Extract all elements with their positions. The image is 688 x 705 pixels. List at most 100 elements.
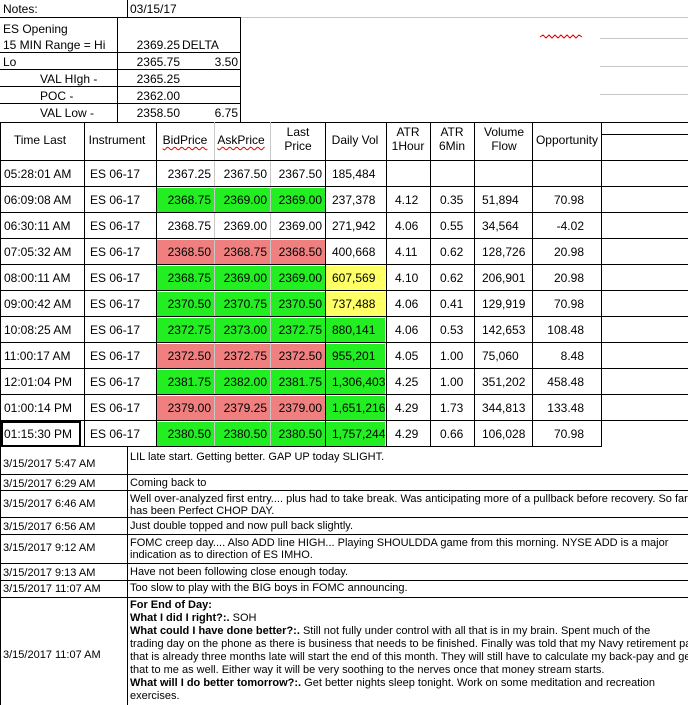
cell-last[interactable]: 2379.00 xyxy=(270,396,325,421)
log-timestamp[interactable]: 3/15/2017 11:07 AM xyxy=(3,583,101,595)
cell-atr-6min[interactable]: 1.00 xyxy=(430,370,474,395)
cell-atr-6min[interactable]: 0.62 xyxy=(430,240,474,265)
cell-instrument[interactable]: ES 06-17 xyxy=(90,188,152,213)
cell-time[interactable]: 06:09:08 AM xyxy=(4,188,82,213)
cell-bid[interactable]: 2379.00 xyxy=(157,396,214,421)
col-time-header[interactable]: Time Last xyxy=(0,133,80,147)
range-hi[interactable]: 2369.25 xyxy=(118,38,180,52)
col-flow-header[interactable]: Volume Flow xyxy=(476,125,532,153)
cell-instrument[interactable]: ES 06-17 xyxy=(90,214,152,239)
log-timestamp[interactable]: 3/15/2017 6:56 AM xyxy=(3,521,95,533)
cell-ask[interactable]: 2369.00 xyxy=(214,266,270,291)
cell-atr-1hour[interactable]: 4.29 xyxy=(386,396,430,421)
cell-volume-flow[interactable]: 51,894 xyxy=(474,188,532,213)
cell-time[interactable]: 05:28:01 AM xyxy=(4,162,82,187)
cell-last[interactable]: 2367.50 xyxy=(270,162,325,187)
cell-opportunity[interactable]: 20.98 xyxy=(532,240,598,265)
cell-atr-1hour[interactable]: 4.25 xyxy=(386,370,430,395)
col-opportunity-header[interactable]: Opportunity xyxy=(532,133,602,147)
cell-atr-1hour[interactable]: 4.11 xyxy=(386,240,430,265)
cell-time[interactable]: 10:08:25 AM xyxy=(4,318,82,343)
poc-value[interactable]: 2362.00 xyxy=(118,89,180,103)
cell-instrument[interactable]: ES 06-17 xyxy=(90,266,152,291)
cell-volume-flow[interactable]: 34,564 xyxy=(474,214,532,239)
cell-opportunity[interactable]: 108.48 xyxy=(532,318,598,343)
log-note-line[interactable]: indication as to direction of ES IMHO. xyxy=(130,549,313,561)
cell-time[interactable]: 06:30:11 AM xyxy=(4,214,82,239)
cell-last[interactable]: 2368.50 xyxy=(270,240,325,265)
cell-daily-vol[interactable]: 1,306,403 xyxy=(325,370,385,395)
cell-time[interactable]: 09:00:42 AM xyxy=(4,292,82,317)
col-vol-header[interactable]: Daily Vol xyxy=(326,133,384,147)
cell-bid[interactable]: 2368.50 xyxy=(157,240,214,265)
log-note-line[interactable]: Have not been following close enough tod… xyxy=(130,566,348,578)
cell-volume-flow[interactable]: 344,813 xyxy=(474,396,532,421)
cell-ask[interactable]: 2367.50 xyxy=(214,162,270,187)
cell-ask[interactable]: 2370.75 xyxy=(214,292,270,317)
log-note-line[interactable]: FOMC creep day.... Also ADD line HIGH...… xyxy=(130,537,668,549)
cell-daily-vol[interactable]: 1,651,216 xyxy=(325,396,385,421)
cell-atr-1hour[interactable]: 4.29 xyxy=(386,422,430,447)
cell-instrument[interactable]: ES 06-17 xyxy=(90,162,152,187)
cell-last[interactable]: 2372.75 xyxy=(270,318,325,343)
log-timestamp[interactable]: 3/15/2017 6:29 AM xyxy=(3,478,95,490)
cell-opportunity[interactable]: -4.02 xyxy=(532,214,598,239)
cell-ask[interactable]: 2382.00 xyxy=(214,370,270,395)
cell-ask[interactable]: 2372.75 xyxy=(214,344,270,369)
log-timestamp[interactable]: 3/15/2017 6:46 AM xyxy=(3,498,95,510)
cell-daily-vol[interactable]: 400,668 xyxy=(325,240,385,265)
cell-last[interactable]: 2380.50 xyxy=(270,422,325,447)
cell-ask[interactable]: 2369.00 xyxy=(214,188,270,213)
log-timestamp[interactable]: 3/15/2017 5:47 AM xyxy=(3,458,95,470)
cell-atr-1hour[interactable]: 4.06 xyxy=(386,318,430,343)
cell-instrument[interactable]: ES 06-17 xyxy=(90,318,152,343)
cell-opportunity[interactable]: 70.98 xyxy=(532,422,598,447)
log-timestamp[interactable]: 3/15/2017 9:13 AM xyxy=(3,567,95,579)
cell-atr-6min[interactable]: 0.55 xyxy=(430,214,474,239)
cell-last[interactable]: 2370.50 xyxy=(270,292,325,317)
notes-date[interactable]: 03/15/17 xyxy=(130,2,177,16)
cell-volume-flow[interactable]: 128,726 xyxy=(474,240,532,265)
cell-atr-6min[interactable] xyxy=(430,162,474,187)
cell-volume-flow[interactable]: 75,060 xyxy=(474,344,532,369)
cell-daily-vol[interactable]: 955,201 xyxy=(325,344,385,369)
col-bid-header[interactable]: BidPrice xyxy=(157,133,213,147)
log-note-line[interactable]: has been Perfect CHOP DAY. xyxy=(130,505,274,517)
cell-bid[interactable]: 2372.75 xyxy=(157,318,214,343)
log-note-line[interactable]: Just double topped and now pull back sli… xyxy=(130,520,353,532)
cell-last[interactable]: 2369.00 xyxy=(270,188,325,213)
cell-atr-1hour[interactable] xyxy=(386,162,430,187)
cell-opportunity[interactable]: 20.98 xyxy=(532,266,598,291)
col-last-header[interactable]: Last Price xyxy=(272,125,324,153)
cell-volume-flow[interactable]: 206,901 xyxy=(474,266,532,291)
val-low[interactable]: 2358.50 xyxy=(118,106,180,120)
cell-time[interactable]: 08:00:11 AM xyxy=(4,266,82,291)
cell-bid[interactable]: 2381.75 xyxy=(157,370,214,395)
cell-atr-6min[interactable]: 1.00 xyxy=(430,344,474,369)
cell-last[interactable]: 2369.00 xyxy=(270,266,325,291)
log-note-line[interactable]: Coming back to xyxy=(130,477,206,489)
cell-volume-flow[interactable]: 142,653 xyxy=(474,318,532,343)
cell-atr-1hour[interactable]: 4.12 xyxy=(386,188,430,213)
cell-volume-flow[interactable] xyxy=(474,162,532,187)
cell-bid[interactable]: 2372.50 xyxy=(157,344,214,369)
cell-daily-vol[interactable]: 880,141 xyxy=(325,318,385,343)
cell-instrument[interactable]: ES 06-17 xyxy=(90,292,152,317)
cell-daily-vol[interactable]: 271,942 xyxy=(325,214,385,239)
cell-ask[interactable]: 2380.50 xyxy=(214,422,270,447)
cell-atr-6min[interactable]: 0.62 xyxy=(430,266,474,291)
cell-instrument[interactable]: ES 06-17 xyxy=(90,422,152,447)
cell-daily-vol[interactable]: 185,484 xyxy=(325,162,385,187)
cell-opportunity[interactable]: 70.98 xyxy=(532,292,598,317)
cell-opportunity[interactable]: 133.48 xyxy=(532,396,598,421)
cell-daily-vol[interactable]: 607,569 xyxy=(325,266,385,291)
range-lo[interactable]: 2365.75 xyxy=(118,55,180,69)
cell-bid[interactable]: 2368.75 xyxy=(157,188,214,213)
cell-daily-vol[interactable]: 1,757,244 xyxy=(325,422,385,447)
cell-instrument[interactable]: ES 06-17 xyxy=(90,240,152,265)
cell-atr-1hour[interactable]: 4.06 xyxy=(386,214,430,239)
value-area-delta[interactable]: 6.75 xyxy=(182,106,238,120)
cell-bid[interactable]: 2367.25 xyxy=(157,162,214,187)
col-ask-header[interactable]: AskPrice xyxy=(213,133,269,147)
log-timestamp[interactable]: 3/15/2017 11:07 AM xyxy=(3,649,101,661)
